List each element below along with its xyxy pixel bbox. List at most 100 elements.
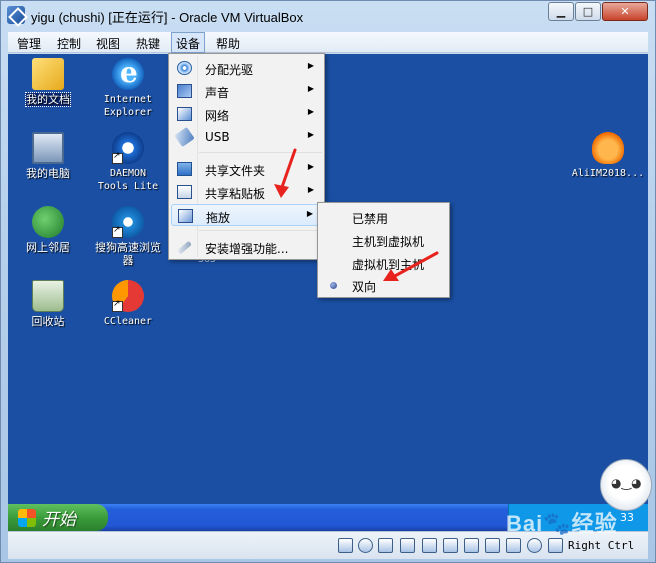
virtualbox-window: yigu (chushi) [正在运行] - Oracle VM Virtual… [0,0,656,563]
menu-item-optical-drive[interactable]: 分配光驱 ▶ [171,57,322,79]
radio-selected-icon [330,282,337,289]
cd-icon [177,61,192,75]
drag-drop-icon [178,209,193,223]
tray-clock: 33 [620,511,634,524]
menu-item-audio[interactable]: 声音 ▶ [171,80,322,102]
menu-help[interactable]: 帮助 [212,34,244,52]
shared-folder-icon [177,162,192,176]
audio-icon [177,84,192,98]
desktop-icon-aliim[interactable]: AliIM2018... [570,132,646,180]
host-key-label: Right Ctrl [568,539,635,552]
sogou-browser-icon [112,206,144,238]
menu-item-usb[interactable]: USB ▶ [171,126,322,148]
submenu-arrow-icon: ▶ [307,185,314,194]
desktop-icon-network-places[interactable]: 网上邻居 [18,206,78,254]
shortcut-arrow-icon [112,151,123,164]
close-button[interactable]: ✕ [602,2,648,21]
maximize-button[interactable]: □ [575,2,601,21]
menu-item-drag-and-drop[interactable]: 拖放 ▶ [171,204,322,226]
install-icon [177,240,192,255]
menu-bar: 管理 控制 视图 热键 设备 帮助 [8,32,648,53]
desktop-icon-sogou-browser[interactable]: 搜狗高速浏览器 [90,206,166,267]
menu-item-shared-folders[interactable]: 共享文件夹 ▶ [171,158,322,180]
menu-view[interactable]: 视图 [92,34,124,52]
network-places-icon [32,206,64,238]
submenu-item-bidirectional[interactable]: 双向 [320,274,447,296]
submenu-item-label: 已禁用 [352,212,389,226]
aliim-icon [592,132,624,164]
submenu-arrow-icon: ▶ [307,61,314,70]
shared-folder-status-icon[interactable] [443,538,458,553]
virtualbox-app-icon [7,6,25,24]
optical-drive-status-icon[interactable] [358,538,373,553]
usb-icon [174,126,195,148]
submenu-item-label: 双向 [352,280,377,294]
shortcut-arrow-icon [112,225,123,238]
audio-status-icon[interactable] [378,538,393,553]
menu-hotkey[interactable]: 热键 [132,34,164,52]
desktop-icon-my-computer[interactable]: 我的电脑 [18,132,78,180]
desktop-icon-recycle-bin[interactable]: 回收站 [18,280,78,328]
submenu-item-host-to-guest[interactable]: 主机到虚拟机 [320,229,447,251]
my-documents-icon [32,58,64,90]
submenu-item-disabled[interactable]: 已禁用 [320,206,447,228]
menu-separator [199,230,322,231]
video-capture-status-icon[interactable] [485,538,500,553]
menu-item-label: 分配光驱 [205,63,254,77]
window-title: yigu (chushi) [正在运行] - Oracle VM Virtual… [31,10,304,25]
display-status-icon[interactable] [464,538,479,553]
desktop-icon-label: 网上邻居 [26,241,70,254]
menu-item-shared-clipboard[interactable]: 共享粘贴板 ▶ [171,181,322,203]
mouse-integration-status-icon[interactable] [548,538,563,553]
internet-explorer-icon [112,56,144,90]
menu-item-label: 网络 [205,109,230,123]
menu-devices[interactable]: 设备 [171,32,206,53]
menu-item-label: 共享文件夹 [205,164,266,178]
menu-item-label: USB [205,130,230,144]
hard-disk-status-icon[interactable] [338,538,353,553]
submenu-item-guest-to-host[interactable]: 虚拟机到主机 [320,252,447,274]
submenu-arrow-icon: ▶ [307,130,314,139]
my-computer-icon [32,132,64,164]
usb-status-icon[interactable] [422,538,437,553]
start-button[interactable]: 开始 [8,504,108,531]
title-bar[interactable]: yigu (chushi) [正在运行] - Oracle VM Virtual… [1,1,655,29]
clipboard-status-icon[interactable] [506,538,521,553]
desktop-icon-ccleaner[interactable]: CCleaner [98,280,158,328]
submenu-arrow-icon: ▶ [307,162,314,171]
desktop-icon-label: 回收站 [31,315,65,328]
baidu-watermark: Bai🐾经验 [506,511,618,536]
submenu-arrow-icon: ▶ [306,209,313,218]
submenu-arrow-icon: ▶ [307,84,314,93]
desktop-icon-label: 我的文档 [25,92,71,107]
menu-item-label: 拖放 [206,211,231,225]
menu-separator [199,152,322,153]
ccleaner-icon [112,280,144,312]
daemon-tools-icon [112,132,144,164]
menu-manage[interactable]: 管理 [13,34,45,52]
menu-item-network[interactable]: 网络 ▶ [171,103,322,125]
submenu-arrow-icon: ▶ [307,107,314,116]
minimize-button[interactable]: ▁ [548,2,574,21]
devices-dropdown-menu: 分配光驱 ▶ 声音 ▶ 网络 ▶ USB ▶ 共享文件夹 ▶ 共享粘贴板 ▶ 拖… [168,53,325,260]
desktop-icon-label: DAEMON Tools Lite [97,168,159,192]
desktop-icon-my-documents[interactable]: 我的文档 [18,58,78,107]
submenu-item-label: 虚拟机到主机 [352,258,425,272]
cpu-status-icon[interactable] [527,538,542,553]
desktop-icon-label: 搜狗高速浏览器 [95,241,161,267]
recycle-bin-icon [32,280,64,312]
network-status-icon[interactable] [400,538,415,553]
windows-logo-icon [18,508,36,527]
start-label: 开始 [42,510,76,530]
desktop-icon-label: AliIM2018... [571,168,645,179]
shortcut-arrow-icon [112,299,123,312]
desktop-icon-daemon-tools[interactable]: DAEMON Tools Lite [92,132,164,193]
drag-drop-submenu: 已禁用 主机到虚拟机 虚拟机到主机 双向 [317,202,450,298]
assistant-avatar-icon[interactable] [600,459,652,511]
submenu-item-label: 主机到虚拟机 [352,235,425,249]
menu-item-install-guest-additions[interactable]: 安装增强功能... [171,236,322,258]
desktop-icon-label: 我的电脑 [26,167,70,180]
desktop-icon-label: CCleaner [103,316,153,327]
menu-control[interactable]: 控制 [53,34,85,52]
desktop-icon-internet-explorer[interactable]: Internet Explorer [98,56,158,119]
